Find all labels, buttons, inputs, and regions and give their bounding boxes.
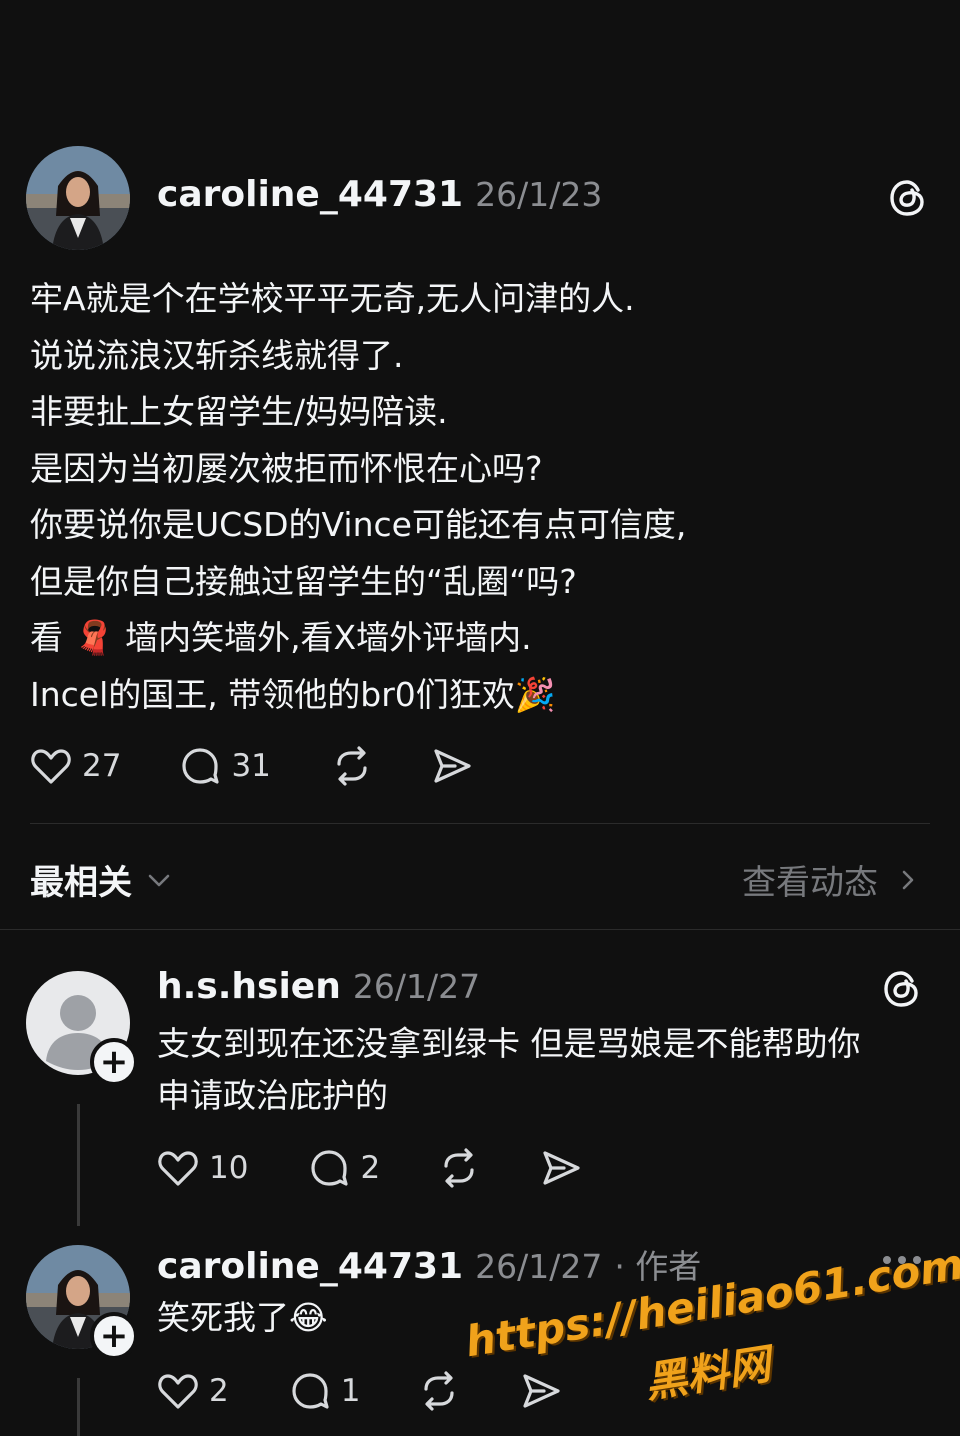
sort-label: 最相关 <box>30 863 132 903</box>
post-username[interactable]: caroline_44731 <box>157 174 463 215</box>
repost-button[interactable] <box>438 1147 480 1189</box>
share-button[interactable] <box>520 1370 562 1412</box>
repost-icon <box>444 1148 474 1188</box>
post-actions: 27 31 <box>30 745 473 787</box>
share-button[interactable] <box>431 745 473 787</box>
post-line: 牢A就是个在学校平平无奇,无人问津的人. <box>30 279 635 318</box>
plus-icon: + <box>99 1042 129 1082</box>
like-button[interactable]: 27 <box>30 746 121 786</box>
comment-line: 支女到现在还没拿到绿卡 但是骂娘是不能帮助你 <box>157 1024 861 1063</box>
comment-1-time: 26/1/27 <box>352 967 481 1006</box>
heart-icon <box>158 1374 198 1409</box>
comment-1-header: h.s.hsien 26/1/27 <box>157 966 480 1007</box>
repost-button[interactable] <box>418 1370 460 1412</box>
comment-icon <box>292 1373 329 1409</box>
like-count: 2 <box>209 1373 229 1409</box>
chevron-down-icon <box>148 874 170 886</box>
post-line: 你要说你是UCSD的Vince可能还有点可信度, <box>30 505 687 544</box>
comment-2-actions: 2 1 <box>157 1370 562 1412</box>
post-line: 说说流浪汉斩杀线就得了. <box>30 335 404 375</box>
reply-count: 1 <box>340 1373 361 1409</box>
threads-logo-icon[interactable] <box>880 967 924 1015</box>
post-line: Incel的国王, 带领他的br0们狂欢🎉 <box>30 674 556 714</box>
watermark-site: 黑料网 <box>641 1339 774 1408</box>
share-button[interactable] <box>540 1147 582 1189</box>
share-icon <box>523 1374 561 1408</box>
like-count: 10 <box>209 1150 249 1186</box>
comment-2-username[interactable]: caroline_44731 <box>157 1246 463 1287</box>
thread-line <box>77 1104 80 1226</box>
reply-count: 2 <box>360 1150 381 1186</box>
comment-line: 申请政治庇护的 <box>157 1076 388 1115</box>
follow-button[interactable]: + <box>90 1038 138 1086</box>
comment-2-time: 26/1/27 <box>475 1247 603 1286</box>
post-line: 但是你自己接触过留学生的“乱圈“吗? <box>30 561 577 601</box>
comment-1-username[interactable]: h.s.hsien <box>157 966 341 1007</box>
share-icon <box>434 749 471 783</box>
view-activity-link[interactable]: 查看动态 <box>742 855 922 904</box>
reply-button[interactable]: 1 <box>289 1370 361 1412</box>
reply-count: 31 <box>231 748 271 784</box>
repost-button[interactable] <box>331 745 373 787</box>
post-divider <box>30 823 930 824</box>
post-line: 是因为当初屡次被拒而怀恨在心吗? <box>30 448 543 488</box>
share-icon <box>543 1151 580 1185</box>
reply-button[interactable]: 2 <box>308 1147 380 1189</box>
author-tag: · 作者 <box>614 1247 702 1286</box>
like-count: 27 <box>82 748 122 784</box>
reply-button[interactable]: 31 <box>179 745 271 787</box>
post-header: caroline_44731 26/1/23 <box>157 174 602 215</box>
post-body: 牢A就是个在学校平平无奇,无人问津的人. 说说流浪汉斩杀线就得了. 非要扯上女留… <box>30 271 686 723</box>
like-button[interactable]: 2 <box>157 1371 229 1411</box>
comment-1-body: 支女到现在还没拿到绿卡 但是骂娘是不能帮助你 申请政治庇护的 <box>157 1018 861 1122</box>
post-line: 看 🧣 墙内笑墙外,看X墙外评墙内. <box>30 618 532 657</box>
comment-1-actions: 10 2 <box>157 1147 582 1189</box>
post-time: 26/1/23 <box>475 175 603 214</box>
follow-button[interactable]: + <box>90 1312 138 1360</box>
repost-icon <box>337 746 367 786</box>
chevron-right-icon <box>902 870 914 889</box>
plus-icon: + <box>99 1316 129 1356</box>
comment-2-body: 笑死我了😂 <box>157 1298 328 1337</box>
heart-icon <box>31 749 71 784</box>
post-line: 非要扯上女留学生/妈妈陪读. <box>30 392 448 431</box>
comment-icon <box>182 748 220 784</box>
sort-dropdown[interactable]: 最相关 <box>30 855 174 904</box>
repost-icon <box>424 1371 455 1411</box>
like-button[interactable]: 10 <box>157 1148 248 1188</box>
threads-logo-icon[interactable] <box>886 176 930 224</box>
post-avatar[interactable] <box>26 146 130 250</box>
heart-icon <box>158 1151 198 1186</box>
view-activity-label: 查看动态 <box>742 863 878 903</box>
section-divider <box>0 929 960 930</box>
thread-line <box>77 1378 80 1436</box>
comment-icon <box>311 1150 349 1186</box>
comment-2-header: caroline_44731 26/1/27 · 作者 <box>157 1240 701 1288</box>
